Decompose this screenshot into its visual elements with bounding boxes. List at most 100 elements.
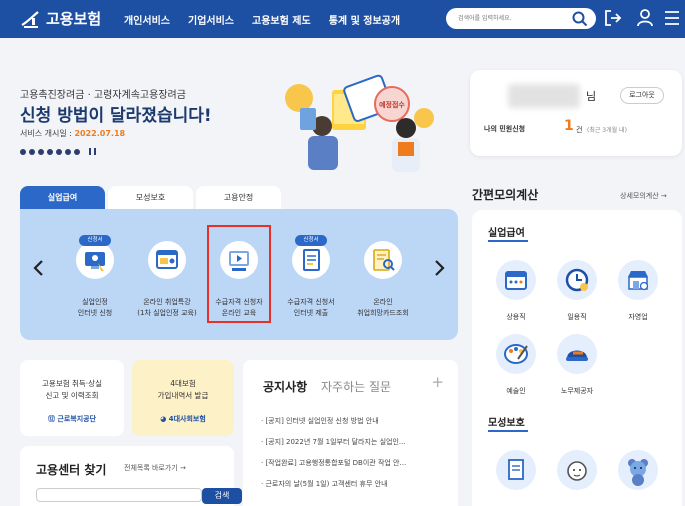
card-logo-label: 근로복지공단	[57, 415, 97, 423]
search-icon[interactable]	[572, 11, 588, 31]
hero-date-label: 서비스 개시일 :	[20, 129, 75, 138]
document-search-icon	[364, 241, 402, 279]
teddy-bear-icon	[618, 450, 658, 490]
calc-item-teddy[interactable]	[613, 450, 663, 490]
logout-icon[interactable]	[603, 8, 623, 32]
card-logo: ⑫ 근로복지공단	[20, 414, 124, 424]
calc-item-maternity-document[interactable]	[491, 450, 541, 490]
tab-notice[interactable]: 공지사항	[263, 378, 307, 395]
prev-arrow-icon[interactable]	[32, 259, 46, 281]
notice-item-text: [작업완료] 고용행정통합포털 DB이관 작업 안...	[265, 459, 407, 467]
site-logo[interactable]: 고용보험	[20, 8, 101, 29]
notice-item[interactable]: · [공지] 2022년 7월 1일부터 달라지는 실업인...	[261, 437, 461, 458]
pause-icon-bar	[94, 148, 96, 155]
center-search-input[interactable]	[36, 488, 202, 502]
center-list-link[interactable]: 전체목록 바로가기 →	[124, 463, 186, 473]
claim-note: (최근 3개월 내)	[587, 127, 627, 134]
tab-employment-stability[interactable]: 고용안정	[196, 186, 281, 210]
my-claims-label[interactable]: 나의 민원신청	[484, 124, 525, 134]
card-logo-label: 4대사회보험	[168, 415, 206, 423]
monitor-person-icon	[76, 241, 114, 279]
notice-item[interactable]: · [작업완료] 고용행정통합포털 DB이관 작업 안...	[261, 458, 461, 479]
notice-item-text: 근로자의 날(5월 1일) 고객센터 휴무 안내	[265, 480, 388, 488]
calc-item-self-employed[interactable]: 자영업	[613, 260, 663, 322]
carousel-dot[interactable]	[74, 148, 80, 155]
baby-icon	[557, 450, 597, 490]
calc-item-artist[interactable]: 예술인	[491, 334, 541, 396]
center-finder: 고용센터 찾기 전체목록 바로가기 → 검색	[20, 446, 242, 506]
notice-item[interactable]: · 근로자의 날(5월 1일) 고객센터 휴무 안내	[261, 479, 461, 500]
carousel-dot[interactable]	[65, 148, 71, 155]
service-label: 실업인정 인터넷 신청	[77, 298, 113, 317]
nav-item-business[interactable]: 기업서비스	[188, 12, 234, 27]
tab-maternity[interactable]: 모성보호	[108, 186, 193, 210]
calc-item-labor-provider[interactable]: 노무제공자	[552, 334, 602, 396]
calc-item-daily[interactable]: 일용직	[552, 260, 602, 322]
notice-item[interactable]: · [공지] 인터넷 실업인정 신청 방법 안내	[261, 416, 461, 437]
calc-item-label: 일용직	[567, 313, 587, 321]
section-underline	[488, 240, 528, 242]
calc-item-label: 노무제공자	[560, 387, 594, 395]
section-underline	[488, 430, 528, 432]
nav-item-system[interactable]: 고용보험 제도	[252, 12, 311, 27]
next-arrow-icon[interactable]	[432, 259, 446, 281]
helmet-icon	[557, 334, 597, 374]
main-nav: 개인서비스 기업서비스 고용보험 제도 통계 및 정보공개	[124, 12, 400, 27]
hero-subtitle: 고용촉진장려금 · 고령자계속고용장려금	[20, 90, 186, 101]
browser-window-icon	[148, 241, 186, 279]
logo-text: 고용보험	[46, 10, 102, 28]
calc-more-link[interactable]: 상세모의계산 →	[620, 191, 667, 201]
notice-panel: 공지사항 자주하는 질문 + · [공지] 인터넷 실업인정 신청 방법 안내 …	[243, 360, 458, 506]
menu-icon[interactable]	[663, 8, 681, 32]
shop-icon	[618, 260, 658, 300]
search-box	[446, 8, 596, 29]
calc-item-regular[interactable]: 상용직	[491, 260, 541, 322]
user-name-blurred	[508, 84, 580, 108]
palette-icon	[496, 334, 536, 374]
nav-item-statistics[interactable]: 통계 및 정보공개	[329, 12, 400, 27]
nav-item-personal[interactable]: 개인서비스	[124, 12, 170, 27]
hero-date: 서비스 개시일 : 2022.07.18	[20, 128, 125, 139]
plus-icon[interactable]: +	[431, 373, 444, 391]
search-input[interactable]	[458, 11, 558, 26]
hero-sign-text: 예정접수	[379, 100, 405, 109]
pause-icon[interactable]	[89, 148, 91, 155]
calc-panel: 실업급여 상용직 일용직 자영업 예술인 노무제공자 모성보호	[472, 210, 682, 506]
calc-item-label: 예술인	[506, 387, 526, 395]
calc-item-baby[interactable]	[552, 450, 602, 490]
carousel-dot[interactable]	[47, 148, 53, 155]
calc-item-label: 자영업	[628, 313, 648, 321]
logout-button[interactable]: 로그아웃	[620, 87, 664, 104]
notice-item-text: [공지] 인터넷 실업인정 신청 방법 안내	[265, 417, 379, 425]
claim-count[interactable]: 1	[564, 118, 574, 134]
hero-title[interactable]: 신청 방법이 달라졌습니다!	[20, 101, 212, 126]
notice-item-text: [공지] 2022년 7월 1일부터 달라지는 실업인...	[265, 438, 406, 446]
card-logo: ◕ 4대사회보험	[132, 414, 234, 424]
document-icon	[496, 450, 536, 490]
application-badge: 신청서	[295, 235, 327, 246]
claim-unit: 건	[576, 126, 583, 134]
tab-unemployment[interactable]: 실업급여	[20, 186, 105, 210]
card-4-insurance[interactable]: 4대보험 가입내역서 발급 ◕ 4대사회보험	[132, 360, 234, 436]
user-icon[interactable]	[635, 8, 655, 32]
center-finder-title: 고용센터 찾기	[36, 463, 107, 477]
carousel-dot[interactable]	[20, 148, 26, 155]
calendar-icon	[496, 260, 536, 300]
logo-mark-icon	[20, 9, 40, 29]
service-label: 수급자격 신청서 인터넷 제출	[287, 298, 335, 317]
calc-title: 간편모의계산	[472, 188, 539, 202]
document-icon	[292, 241, 330, 279]
user-panel: 님 로그아웃 나의 민원신청 1 건 (최근 3개월 내)	[470, 70, 682, 156]
service-label: 온라인 취업희망카드조회	[357, 298, 409, 317]
card-text: 고용보험 취득·상실 신고 및 이력조회	[42, 379, 102, 400]
card-insurance-history[interactable]: 고용보험 취득·상실 신고 및 이력조회 ⑫ 근로복지공단	[20, 360, 124, 436]
service-label: 온라인 취업특강 (1차 실업인정 교육)	[137, 298, 197, 317]
carousel-dot[interactable]	[56, 148, 62, 155]
tab-faq[interactable]: 자주하는 질문	[321, 378, 391, 395]
carousel-dot[interactable]	[38, 148, 44, 155]
calc-item-label: 상용직	[506, 313, 526, 321]
social-insurance-icon: ◕	[160, 415, 169, 423]
hero-date-value: 2022.07.18	[74, 129, 126, 138]
carousel-dot[interactable]	[29, 148, 35, 155]
center-search-button[interactable]: 검색	[202, 488, 242, 504]
